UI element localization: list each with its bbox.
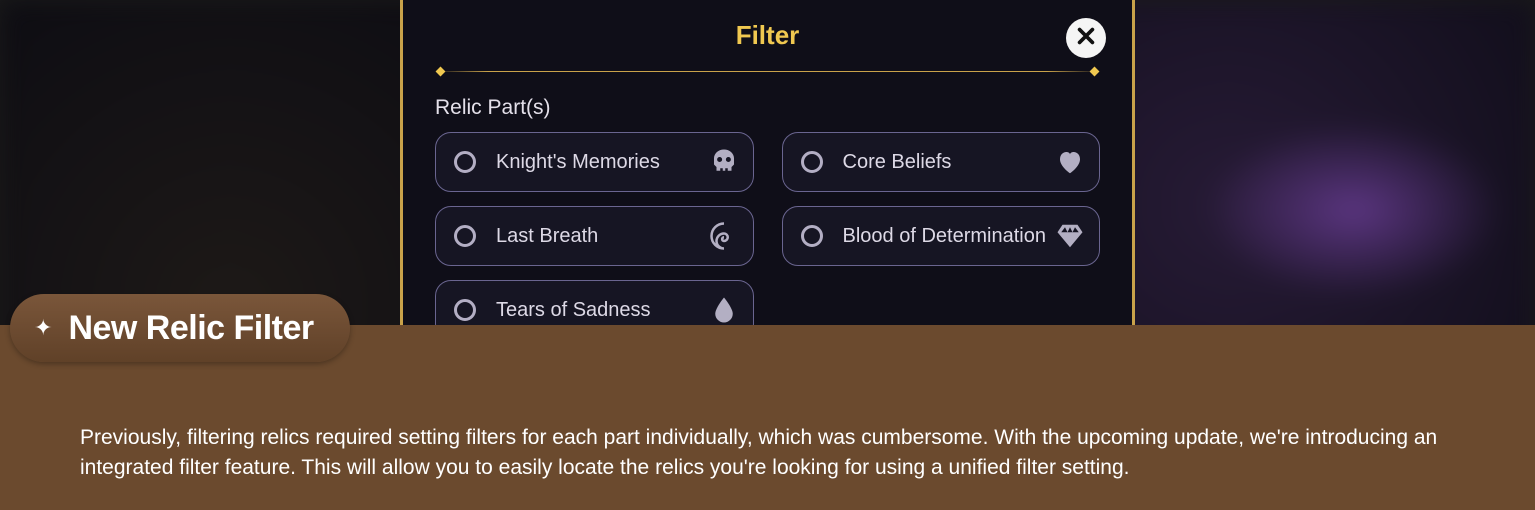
dialog-title: Filter (736, 20, 800, 50)
option-knights-memories[interactable]: Knight's Memories (435, 132, 754, 192)
section-label: Relic Part(s) (435, 96, 1100, 120)
option-last-breath[interactable]: Last Breath (435, 206, 754, 266)
skull-icon (709, 147, 739, 177)
caption-title-pill: ✦ New Relic Filter (10, 294, 350, 362)
option-label: Knight's Memories (496, 151, 709, 174)
relic-options-grid: Knight's Memories Core Beliefs Last Brea… (435, 132, 1100, 340)
close-button[interactable] (1066, 18, 1106, 58)
drop-icon (709, 295, 739, 325)
filter-dialog: Filter Relic Part(s) Knight's Memories C… (400, 0, 1135, 360)
radio-icon (801, 225, 823, 247)
radio-icon (454, 225, 476, 247)
dialog-header: Filter (435, 20, 1100, 51)
radio-icon (454, 151, 476, 173)
divider (435, 71, 1100, 72)
option-label: Tears of Sadness (496, 299, 709, 322)
option-blood-determination[interactable]: Blood of Determination (782, 206, 1101, 266)
radio-icon (454, 299, 476, 321)
close-icon (1075, 23, 1097, 54)
option-label: Core Beliefs (843, 151, 1056, 174)
swirl-icon (709, 221, 739, 251)
option-label: Blood of Determination (843, 225, 1056, 248)
heart-icon (1055, 147, 1085, 177)
gem-icon (1055, 221, 1085, 251)
caption-title: New Relic Filter (68, 309, 313, 348)
option-core-beliefs[interactable]: Core Beliefs (782, 132, 1101, 192)
radio-icon (801, 151, 823, 173)
sparkle-icon: ✦ (34, 315, 52, 341)
caption-body: Previously, filtering relics required se… (80, 423, 1455, 482)
option-label: Last Breath (496, 225, 709, 248)
